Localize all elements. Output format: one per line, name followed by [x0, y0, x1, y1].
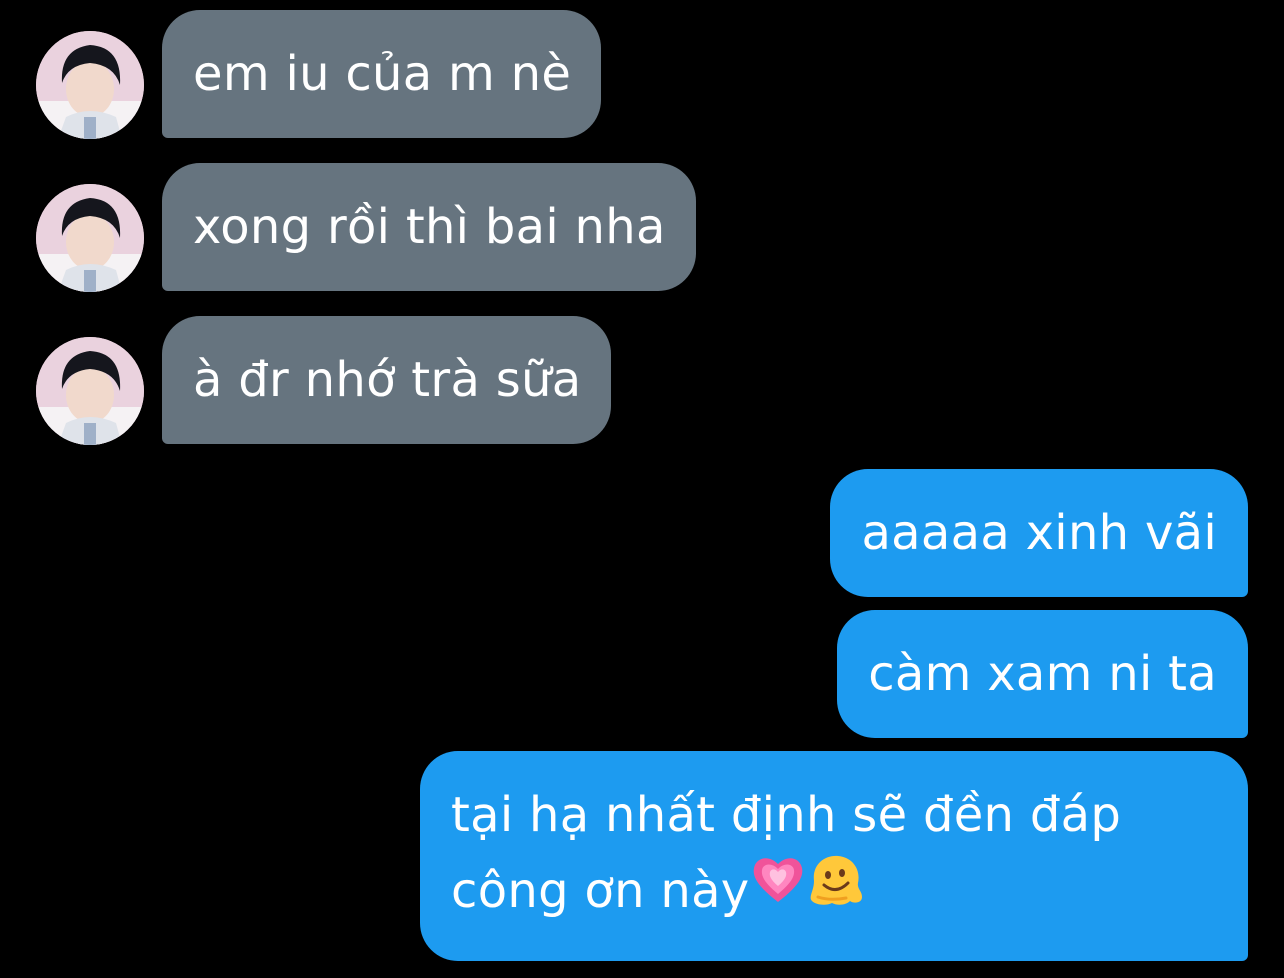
- message-bubble-outgoing[interactable]: tại hạ nhất định sẽ đền đáp công ơn này: [420, 751, 1248, 961]
- growing-heart-emoji-icon: [750, 852, 806, 928]
- message-text: càm xam ni ta: [868, 646, 1217, 702]
- message-bubble-incoming[interactable]: à đr nhớ trà sữa: [162, 316, 612, 444]
- message-bubble-incoming[interactable]: em iu của m nè: [162, 10, 602, 138]
- message-text: công ơn này: [451, 863, 750, 919]
- message-bubble-outgoing[interactable]: càm xam ni ta: [837, 610, 1248, 738]
- message-text-line: công ơn này: [451, 853, 1217, 933]
- message-text: em iu của m nè: [193, 46, 572, 102]
- message-text: xong rồi thì bai nha: [193, 199, 666, 255]
- message-text: aaaaa xinh vãi: [861, 505, 1217, 561]
- sender-avatar[interactable]: [36, 184, 144, 292]
- message-text: à đr nhớ trà sữa: [193, 352, 582, 408]
- profile-photo-icon: [36, 337, 144, 445]
- message-bubble-incoming[interactable]: xong rồi thì bai nha: [162, 163, 696, 291]
- sender-avatar[interactable]: [36, 31, 144, 139]
- message-bubble-outgoing[interactable]: aaaaa xinh vãi: [830, 469, 1248, 597]
- profile-photo-icon: [36, 184, 144, 292]
- message-text-line: tại hạ nhất định sẽ đền đáp: [451, 787, 1122, 843]
- sender-avatar[interactable]: [36, 337, 144, 445]
- profile-photo-icon: [36, 31, 144, 139]
- melting-face-emoji-icon: [806, 851, 866, 929]
